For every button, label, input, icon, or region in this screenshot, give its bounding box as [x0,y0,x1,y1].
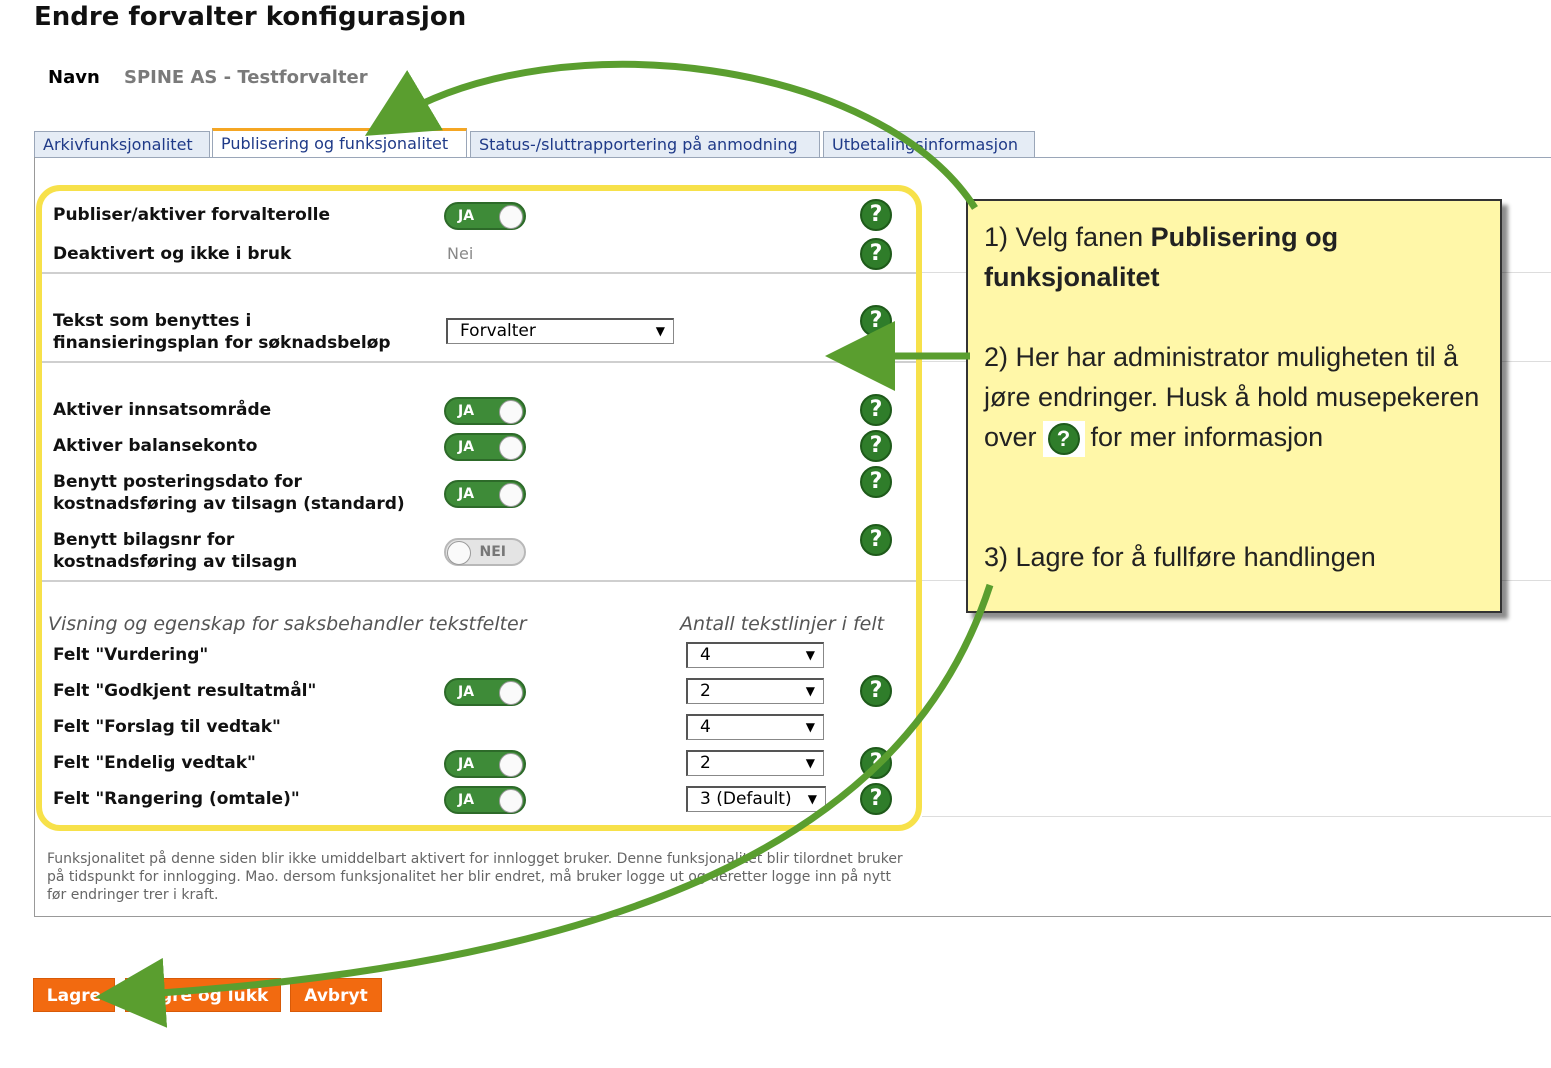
arrow-to-tab [364,60,978,210]
arrow-to-save [95,583,994,1028]
annotation-arrows [95,60,994,1028]
